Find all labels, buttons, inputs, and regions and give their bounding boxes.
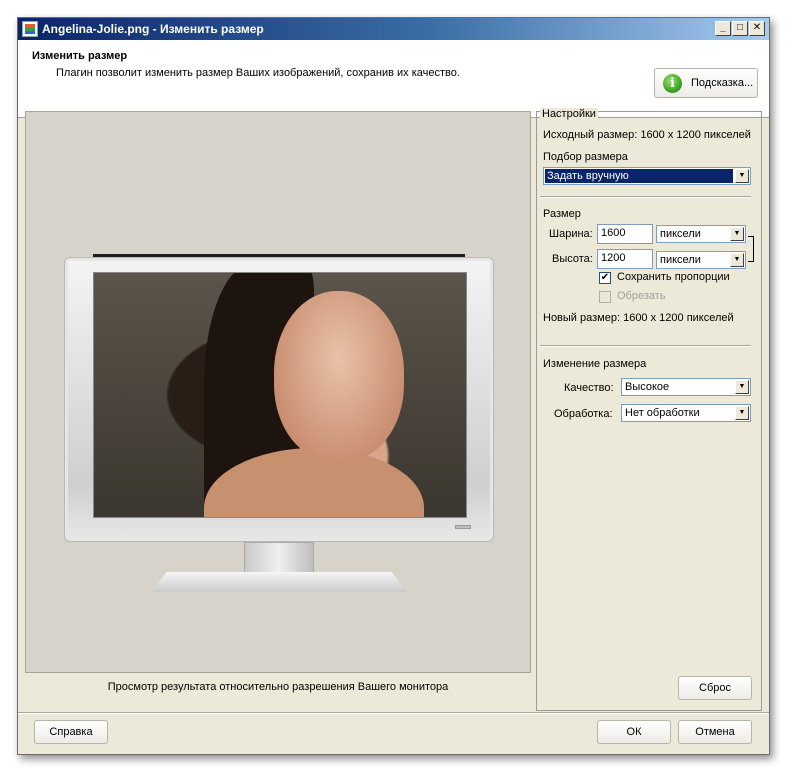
divider [540, 196, 751, 198]
chevron-down-icon[interactable]: ▼ [735, 169, 749, 183]
width-unit-select[interactable]: пиксели ▼ [656, 225, 746, 243]
settings-legend: Настройки [540, 108, 598, 120]
monitor-illustration [64, 257, 494, 542]
size-fit-select[interactable]: Задать вручную ▼ [543, 167, 751, 185]
app-icon [22, 21, 38, 37]
width-input[interactable]: 1600 [597, 224, 653, 244]
help-button[interactable]: Справка [34, 720, 108, 744]
footer-divider [18, 712, 769, 714]
settings-group: Настройки Исходный размер: 1600 x 1200 п… [536, 108, 762, 711]
processing-value: Нет обработки [625, 407, 700, 419]
new-size-text: Новый размер: 1600 x 1200 пикселей [543, 312, 734, 324]
divider [540, 345, 751, 347]
hint-button-label: Подсказка... [691, 77, 754, 89]
cancel-button[interactable]: Отмена [678, 720, 752, 744]
info-icon: i [663, 74, 682, 93]
keep-proportions-label: Сохранить пропорции [617, 271, 730, 283]
maximize-button[interactable]: □ [732, 21, 748, 36]
height-label: Высота: [552, 253, 593, 265]
minimize-button[interactable]: _ [715, 21, 731, 36]
processing-label: Обработка: [554, 408, 613, 420]
monitor-stand-neck [244, 542, 314, 574]
quality-select[interactable]: Высокое ▼ [621, 378, 751, 396]
chevron-down-icon[interactable]: ▼ [735, 406, 749, 420]
dialog-header: Изменить размер Плагин позволит изменить… [18, 40, 769, 118]
crop-label: Обрезать [617, 290, 666, 302]
height-unit-select[interactable]: пиксели ▼ [656, 251, 746, 269]
chevron-down-icon[interactable]: ▼ [730, 253, 744, 267]
height-input[interactable]: 1200 [597, 249, 653, 269]
chevron-down-icon[interactable]: ▼ [735, 380, 749, 394]
preview-area [25, 111, 531, 673]
window-title: Angelina-Jolie.png - Изменить размер [42, 22, 264, 36]
header-description: Плагин позволит изменить размер Ваших из… [56, 67, 460, 79]
preview-image [93, 272, 467, 518]
processing-select[interactable]: Нет обработки ▼ [621, 404, 751, 422]
size-fit-label: Подбор размера [543, 151, 628, 163]
resize-dialog-window: Angelina-Jolie.png - Изменить размер _ □… [17, 17, 770, 755]
resize-section-label: Изменение размера [543, 358, 647, 370]
size-fit-value: Задать вручную [547, 170, 629, 182]
width-unit-value: пиксели [660, 228, 701, 240]
header-title: Изменить размер [32, 50, 128, 62]
size-section-label: Размер [543, 208, 581, 220]
width-label: Шарина: [549, 228, 593, 240]
height-unit-value: пиксели [660, 254, 701, 266]
chevron-down-icon[interactable]: ▼ [730, 227, 744, 241]
keep-proportions-checkbox[interactable]: ✔ [599, 272, 611, 284]
close-button[interactable]: ✕ [749, 21, 765, 36]
quality-value: Высокое [625, 381, 670, 393]
monitor-power-indicator [455, 525, 471, 529]
preview-caption: Просмотр результата относительно разреше… [107, 681, 449, 693]
crop-checkbox[interactable] [599, 291, 611, 303]
hint-button[interactable]: i Подсказка... [654, 68, 758, 98]
photo-face [274, 291, 404, 461]
ok-button[interactable]: ОК [597, 720, 671, 744]
title-bar[interactable]: Angelina-Jolie.png - Изменить размер _ □… [18, 18, 769, 40]
quality-label: Качество: [564, 382, 614, 394]
proportion-link-bracket [748, 236, 754, 262]
reset-button[interactable]: Сброс [678, 676, 752, 700]
monitor-stand-base [151, 572, 407, 592]
original-size-text: Исходный размер: 1600 x 1200 пикселей [543, 129, 751, 141]
